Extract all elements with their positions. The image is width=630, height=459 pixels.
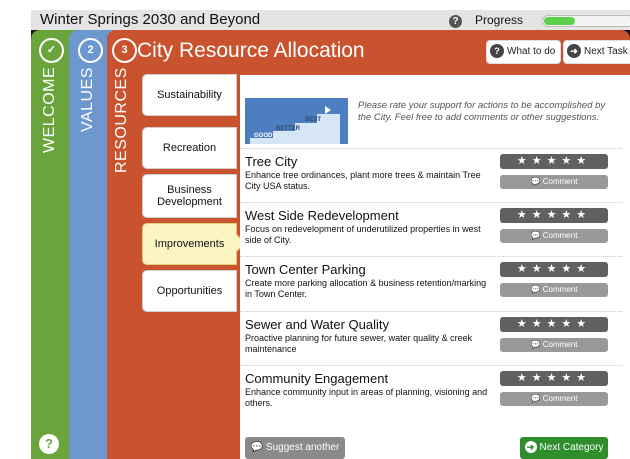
subtab-sustainability[interactable]: Sustainability [142, 74, 237, 116]
item-description: Focus on redevelopment of underutilized … [245, 224, 481, 245]
comment-label: Comment [542, 340, 578, 349]
comment-label: Comment [542, 177, 578, 186]
comment-button[interactable]: 💬 Comment [500, 175, 608, 189]
word-best: BEST [305, 117, 321, 123]
progress-fill [544, 17, 575, 25]
rating-item: Community Engagement Enhance community in… [240, 365, 622, 419]
item-description: Create more parking allocation & busines… [245, 278, 487, 299]
item-description: Proactive planning for future sewer, wat… [245, 333, 473, 354]
help-icon-bottom[interactable]: ? [39, 434, 59, 454]
what-to-do-button[interactable]: ? What to do [486, 40, 562, 64]
speech-bubble-icon: 💬 [530, 340, 543, 349]
tab-resources: 3 RESOURCES City Resource Allocation ? Wh… [107, 30, 630, 459]
word-better: BETTER [276, 126, 301, 132]
content-panel: GOOD BETTER BEST Please rate your suppor… [240, 75, 630, 459]
check-icon: ✓ [39, 38, 64, 63]
comment-button[interactable]: 💬 Comment [500, 229, 608, 243]
tab-resources-label: RESOURCES [113, 67, 130, 173]
speech-bubble-icon: 💬 [250, 442, 266, 453]
title-bar: Winter Springs 2030 and Beyond ? Progres… [31, 10, 630, 30]
step-3-badge: 3 [112, 38, 137, 63]
star-rating[interactable]: ★★★★★ [500, 371, 608, 386]
item-title: Tree City [245, 154, 298, 169]
item-title: West Side Redevelopment [245, 208, 399, 223]
next-category-label: Next Category [539, 442, 604, 453]
comment-label: Comment [542, 394, 578, 403]
item-description: Enhance community input in areas of plan… [245, 387, 488, 408]
comment-label: Comment [542, 285, 578, 294]
tab-welcome-label: WELCOME [41, 67, 58, 154]
word-good: GOOD [254, 133, 273, 139]
comment-button[interactable]: 💬 Comment [500, 392, 608, 406]
help-icon[interactable]: ? [449, 15, 462, 29]
suggest-another-button[interactable]: 💬 Suggest another [245, 437, 345, 459]
subtab-improvements[interactable]: Improvements [142, 223, 237, 265]
intro-instructions: Please rate your support for actions to … [358, 100, 606, 123]
comment-button[interactable]: 💬 Comment [500, 338, 608, 352]
star-rating[interactable]: ★★★★★ [500, 317, 608, 332]
rating-item: West Side Redevelopment Focus on redevelo… [240, 202, 622, 256]
step-2-badge: 2 [78, 38, 103, 63]
speech-bubble-icon: 💬 [530, 231, 543, 240]
progress-area: ? Progress [449, 13, 630, 29]
app-window: Winter Springs 2030 and Beyond ? Progres… [31, 10, 630, 459]
arrow-right-icon: ➜ [524, 441, 537, 454]
comment-button[interactable]: 💬 Comment [500, 283, 608, 297]
item-title: Sewer and Water Quality [245, 317, 390, 332]
what-to-do-label: What to do [507, 46, 556, 57]
next-task-button[interactable]: ➜ Next Task [563, 40, 630, 64]
app-title: Winter Springs 2030 and Beyond [40, 11, 261, 28]
next-category-button[interactable]: ➜ Next Category [520, 437, 608, 459]
progress-bar [542, 15, 630, 27]
star-rating[interactable]: ★★★★★ [500, 262, 608, 277]
subtab-business-development[interactable]: Business Development [142, 174, 237, 218]
speech-bubble-icon: 💬 [530, 394, 543, 403]
rating-item: Tree City Enhance tree ordinances, plant … [240, 148, 622, 202]
subtab-recreation[interactable]: Recreation [142, 127, 237, 169]
item-title: Community Engagement [245, 371, 389, 386]
star-rating[interactable]: ★★★★★ [500, 154, 608, 169]
suggest-another-label: Suggest another [265, 442, 340, 453]
next-task-label: Next Task [584, 46, 628, 57]
comment-label: Comment [542, 231, 578, 240]
good-better-best-image: GOOD BETTER BEST [245, 98, 348, 144]
page-title: City Resource Allocation [137, 39, 365, 62]
tab-values-label: VALUES [79, 67, 96, 132]
star-rating[interactable]: ★★★★★ [500, 208, 608, 223]
rating-item: Town Center Parking Create more parking a… [240, 256, 622, 310]
speech-bubble-icon: 💬 [530, 285, 543, 294]
rating-item: Sewer and Water Quality Proactive plannin… [240, 311, 622, 365]
question-icon: ? [490, 44, 504, 59]
subtab-opportunities[interactable]: Opportunities [142, 270, 237, 312]
item-title: Town Center Parking [245, 262, 366, 277]
speech-bubble-icon: 💬 [530, 177, 543, 186]
item-description: Enhance tree ordinances, plant more tree… [245, 170, 481, 191]
arrow-right-icon: ➜ [567, 44, 581, 59]
progress-label: Progress [475, 13, 524, 27]
